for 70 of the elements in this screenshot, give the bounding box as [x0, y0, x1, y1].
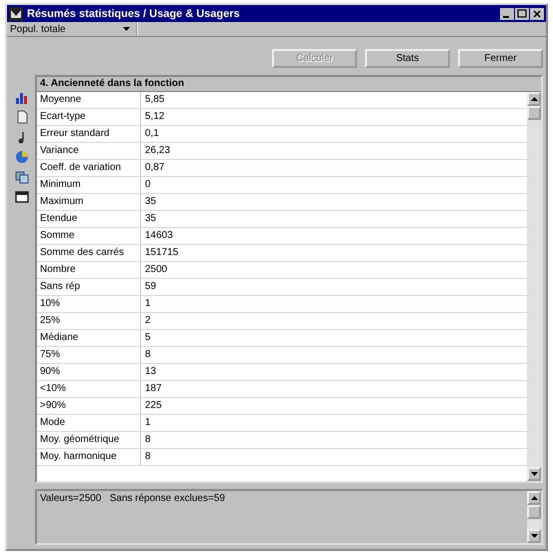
- table-cell-text: 225: [144, 399, 162, 413]
- table-cell: Etendue: [37, 211, 141, 227]
- maximize-button[interactable]: [515, 8, 529, 20]
- action-button[interactable]: Fermer: [458, 49, 543, 68]
- table-cell: 25%: [37, 313, 141, 329]
- bar-chart-icon[interactable]: [14, 90, 28, 104]
- table-cell-text: 1: [144, 297, 151, 311]
- table-cell-text: 2: [144, 314, 151, 328]
- pie-chart-icon[interactable]: [14, 150, 28, 164]
- scroll-down-button[interactable]: [527, 467, 541, 481]
- table-cell-text: 8: [144, 450, 151, 464]
- scrollbar-thumb[interactable]: [527, 505, 541, 519]
- up-arrow-icon: [530, 97, 538, 101]
- table-cell-text: 13: [144, 365, 156, 379]
- scroll-up-button[interactable]: [527, 92, 541, 106]
- table-title: 4. Ancienneté dans la fonction: [37, 77, 541, 92]
- table-cell-text: 5,12: [144, 110, 164, 124]
- table-cell: Somme des carrés: [37, 245, 141, 261]
- document-icon[interactable]: [14, 110, 28, 124]
- table-cell: 75%: [37, 347, 141, 363]
- table-cell: >90%: [37, 398, 141, 414]
- table-cell: Mode: [37, 415, 141, 431]
- table-cell: Nombre: [37, 262, 141, 278]
- table-cell-text: 8: [144, 348, 151, 362]
- caret-icon: [123, 27, 130, 31]
- window-icon[interactable]: [14, 190, 28, 204]
- table-cell: Moy. géométrique: [37, 432, 141, 448]
- action-button[interactable]: Stats: [365, 49, 450, 68]
- table-cell: Maximum: [37, 194, 141, 210]
- table-cell-text: 8: [144, 433, 151, 447]
- down-arrow-icon: [530, 534, 538, 538]
- status-text: Valeurs=2500 Sans réponse exclues=59: [39, 492, 226, 506]
- close-button[interactable]: [530, 8, 544, 20]
- table-cell: 90%: [37, 364, 141, 380]
- table-cell-text: 2500: [144, 263, 168, 277]
- table-cell-text: 0: [144, 178, 151, 192]
- table-cell-text: 187: [144, 382, 162, 396]
- table-cell: Ecart-type: [37, 109, 141, 125]
- table-cell-text: 5: [144, 331, 151, 345]
- table-cell-text: 59: [144, 280, 156, 294]
- table-cell-text: 0,87: [144, 161, 164, 175]
- table-cell: Médiane: [37, 330, 141, 346]
- table-cell-text: 14603: [144, 229, 173, 243]
- table-cell: Somme: [37, 228, 141, 244]
- minimize-button[interactable]: [500, 8, 514, 20]
- down-arrow-icon: [530, 472, 538, 476]
- scroll-down-button[interactable]: [527, 529, 541, 543]
- table-cell: Minimum: [37, 177, 141, 193]
- table-cell-text: 5,85: [144, 93, 164, 107]
- table-cell: Coeff. de variation: [37, 160, 141, 176]
- table-cell: 10%: [37, 296, 141, 312]
- table-cell: Sans rép: [37, 279, 141, 295]
- app-icon: [9, 6, 23, 20]
- table-cell: <10%: [37, 381, 141, 397]
- table-cell: Erreur standard: [37, 126, 141, 142]
- table-cell-text: 1: [144, 416, 151, 430]
- scrollbar-thumb[interactable]: [527, 106, 541, 120]
- scroll-up-button[interactable]: [527, 491, 541, 505]
- table-cell-text: 35: [144, 212, 156, 226]
- window-title: Résumés statistiques / Usage & Usagers: [27, 8, 241, 20]
- table-cell-text: 26,23: [144, 144, 170, 158]
- population-dropdown[interactable]: Popul. totale: [7, 22, 138, 36]
- table-icon[interactable]: [14, 170, 28, 184]
- table-cell: Moy. harmonique: [37, 449, 141, 465]
- table-cell-text: 35: [144, 195, 156, 209]
- table-cell-text: 0,1: [144, 127, 159, 141]
- up-arrow-icon: [530, 496, 538, 500]
- table-cell: Variance: [37, 143, 141, 159]
- table-cell-text: 151715: [144, 246, 178, 260]
- table-cell: Moyenne: [37, 92, 141, 108]
